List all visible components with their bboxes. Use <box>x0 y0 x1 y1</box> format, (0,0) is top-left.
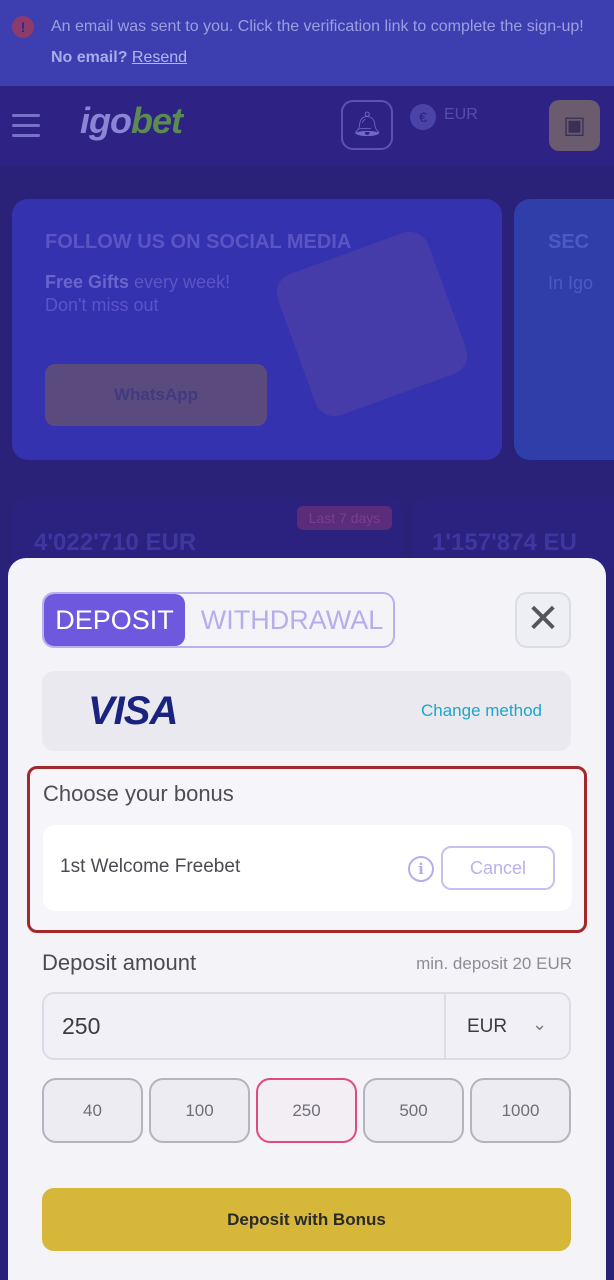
banner2-title: SEC <box>548 231 590 253</box>
wallet-icon[interactable]: ▣ <box>549 100 600 151</box>
preset-amount-250[interactable]: 250 <box>256 1078 357 1143</box>
bonus-title: Choose your bonus <box>43 781 234 806</box>
deposit-with-bonus-button[interactable]: Deposit with Bonus <box>42 1188 571 1251</box>
alert-icon: ! <box>12 16 34 38</box>
notice-no-email: No email? <box>51 49 128 66</box>
deposit-withdraw-tabs: DEPOSIT WITHDRAWAL <box>42 592 395 648</box>
banner2-text: In Igo <box>548 273 594 293</box>
close-icon[interactable]: ✕ <box>515 592 571 648</box>
whatsapp-button[interactable]: WhatsApp <box>45 364 267 426</box>
bell-icon[interactable]: 🔔︎ <box>341 100 393 150</box>
resend-link[interactable]: Resend <box>132 49 187 66</box>
change-method-link[interactable]: Change method <box>421 701 542 721</box>
promo-banner-second[interactable]: SEC In Igo <box>514 199 614 460</box>
banner-text: Free Gifts every week! Don't miss out <box>45 272 231 315</box>
stat-value-1: 4'022'710 EUR <box>34 529 197 556</box>
promo-banner-social[interactable]: FOLLOW US ON SOCIAL MEDIA Free Gifts eve… <box>12 199 502 460</box>
bonus-name: 1st Welcome Freebet <box>60 856 241 877</box>
preset-amount-500[interactable]: 500 <box>363 1078 464 1143</box>
amount-field: EUR ⌄ <box>42 992 571 1060</box>
phone-illustration <box>271 226 473 422</box>
selected-bonus[interactable]: 1st Welcome Freebet i Cancel <box>43 825 572 911</box>
tab-deposit[interactable]: DEPOSIT <box>44 594 185 646</box>
info-icon[interactable]: i <box>408 856 434 882</box>
preset-amount-40[interactable]: 40 <box>42 1078 143 1143</box>
payment-method: VISA Change method <box>42 671 571 751</box>
min-deposit-note: min. deposit 20 EUR <box>416 954 572 973</box>
chevron-down-icon: ⌄ <box>532 1014 548 1034</box>
currency-code: EUR <box>467 1016 508 1037</box>
deposit-amount-label: Deposit amount <box>42 950 197 975</box>
tab-withdrawal[interactable]: WITHDRAWAL <box>189 594 393 646</box>
amount-input[interactable] <box>44 994 444 1058</box>
euro-coin-icon: € <box>410 104 436 130</box>
notice-text: An email was sent to you. Click the veri… <box>51 18 584 35</box>
preset-amount-100[interactable]: 100 <box>149 1078 250 1143</box>
period-badge: Last 7 days <box>297 506 392 530</box>
visa-logo: VISA <box>88 689 178 733</box>
preset-amount-1000[interactable]: 1000 <box>470 1078 571 1143</box>
header-currency: EUR <box>444 106 478 123</box>
currency-select[interactable]: EUR ⌄ <box>444 994 569 1058</box>
logo[interactable]: igobet <box>80 100 183 142</box>
deposit-modal: DEPOSIT WITHDRAWAL ✕ VISA Change method … <box>8 558 606 1280</box>
verification-notice: ! An email was sent to you. Click the ve… <box>0 0 614 86</box>
banner-title: FOLLOW US ON SOCIAL MEDIA <box>45 231 352 253</box>
currency-switcher[interactable]: € EUR <box>410 102 535 152</box>
bonus-section: Choose your bonus 1st Welcome Freebet i … <box>27 766 587 933</box>
cancel-bonus-button[interactable]: Cancel <box>441 846 555 890</box>
menu-icon[interactable] <box>12 114 40 137</box>
stat-value-2: 1'157'874 EU <box>432 529 577 556</box>
